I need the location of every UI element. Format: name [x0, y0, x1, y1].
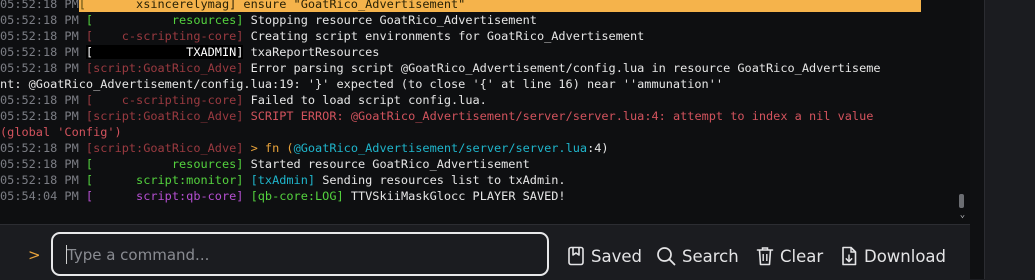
stack-trace-tail: :4)	[587, 141, 609, 155]
download-icon	[842, 246, 857, 266]
console-line: (global 'Config')	[0, 124, 122, 140]
clear-button[interactable]: Clear	[756, 244, 823, 268]
console-line: 05:52:18 PM [ script:monitor] [txAdmin] …	[0, 172, 566, 188]
timestamp: 05:52:18 PM	[0, 13, 79, 27]
console-line: 05:52:18 PM [ resources] Stopping resour…	[0, 12, 537, 28]
channel-name: resources]	[93, 157, 244, 171]
log-message: Sending resources list to txAdmin.	[315, 173, 566, 187]
side-panel	[985, 0, 1035, 279]
log-message: Stopping resource GoatRico_Advertisement	[243, 13, 537, 27]
log-message: SCRIPT ERROR: @GoatRico_Advertisement/se…	[243, 109, 874, 123]
console-line: 05:52:18 PM [ resources] Started resourc…	[0, 156, 530, 172]
log-tag: [qb-core:LOG]	[243, 189, 344, 203]
console-line: 05:52:18 PM [script:GoatRico_Adve] SCRIP…	[0, 108, 873, 124]
log-message-continued: nt: @GoatRico_Advertisement/config.lua:1…	[0, 77, 724, 91]
saved-button[interactable]: Saved	[567, 244, 642, 268]
txadmin-channel-badge: [ TXADMIN]	[85, 45, 244, 59]
timestamp: 05:52:18 PM	[0, 173, 79, 187]
command-input[interactable]	[65, 240, 539, 270]
download-label: Download	[864, 246, 947, 266]
channel-name: script:GoatRico_Adve]	[93, 141, 244, 155]
console-line: nt: @GoatRico_Advertisement/config.lua:1…	[0, 76, 723, 92]
log-tag: [txAdmin]	[243, 173, 316, 187]
console-output: 05:52:18 PM[ xsincerelymag] ensure "Goat…	[0, 0, 955, 224]
timestamp: 05:54:04 PM	[0, 189, 79, 203]
channel-name: TXADMIN]	[93, 45, 244, 59]
trash-icon	[756, 247, 774, 266]
timestamp: 05:52:18 PM	[0, 93, 79, 107]
highlighted-command-line: [ xsincerelymag] ensure "GoatRico_Advert…	[78, 0, 921, 12]
log-message: ensure "GoatRico_Advertisement"	[236, 0, 466, 11]
text-cursor	[66, 245, 67, 264]
log-message: Creating script environments for GoatRic…	[243, 29, 645, 43]
download-button[interactable]: Download	[840, 244, 946, 268]
log-message-continued: (global 'Config')	[0, 125, 122, 139]
prompt-chevron-icon: >	[28, 246, 41, 264]
console-line: 05:52:18 PM [ TXADMIN] txaReportResource…	[0, 44, 379, 60]
scroll-down-arrow-icon[interactable]: ⌄	[955, 209, 970, 221]
bookmark-icon	[568, 246, 584, 266]
fn-prefix: > fn (	[243, 141, 294, 155]
channel-name: script:GoatRico_Adve]	[93, 109, 244, 123]
console-scrollbar[interactable]	[955, 0, 970, 224]
channel-name: c-scripting-core]	[93, 93, 244, 107]
channel-name: xsincerelymag]	[85, 0, 237, 11]
log-message: Failed to load script config.lua.	[243, 93, 487, 107]
log-message: TTVSkiiMaskGlocc PLAYER SAVED!	[343, 189, 566, 203]
timestamp: 05:52:18 PM	[0, 157, 79, 171]
timestamp: 05:52:18 PM	[0, 45, 79, 59]
saved-label: Saved	[591, 246, 642, 266]
scrollbar-thumb[interactable]	[959, 194, 964, 208]
search-icon	[657, 247, 676, 266]
search-label: Search	[682, 246, 739, 266]
channel-name: script:monitor]	[93, 173, 244, 187]
command-input-box[interactable]	[51, 232, 549, 276]
channel-bracket: [	[78, 0, 86, 11]
console-line: 05:52:18 PM[ xsincerelymag] ensure "Goat…	[0, 0, 955, 12]
console-line: 05:52:18 PM [script:GoatRico_Adve] Error…	[0, 60, 881, 76]
stack-trace-link: @GoatRico_Advertisement/server/server.lu…	[293, 141, 588, 155]
channel-name: script:GoatRico_Adve]	[93, 61, 244, 75]
console-line: 05:52:18 PM [script:GoatRico_Adve] > fn …	[0, 140, 609, 156]
channel-name: script:qb-core]	[93, 189, 244, 203]
channel-name: c-scripting-core]	[93, 29, 244, 43]
clear-label: Clear	[780, 246, 824, 266]
console-line: 05:52:18 PM [ c-scripting-core] Failed t…	[0, 92, 487, 108]
console-line: 05:54:04 PM [ script:qb-core] [qb-core:L…	[0, 188, 566, 204]
log-message: Started resource GoatRico_Advertisement	[243, 157, 530, 171]
timestamp: 05:52:18 PM	[0, 0, 79, 11]
timestamp: 05:52:18 PM	[0, 29, 79, 43]
log-message: Error parsing script @GoatRico_Advertise…	[243, 61, 881, 75]
console-line: 05:52:18 PM [ c-scripting-core] Creating…	[0, 28, 644, 44]
timestamp: 05:52:18 PM	[0, 61, 79, 75]
channel-name: resources]	[93, 13, 244, 27]
timestamp: 05:52:18 PM	[0, 141, 79, 155]
search-button[interactable]: Search	[656, 244, 739, 268]
panel-gutter	[970, 0, 984, 279]
timestamp: 05:52:18 PM	[0, 109, 79, 123]
log-message: txaReportResources	[243, 45, 380, 59]
